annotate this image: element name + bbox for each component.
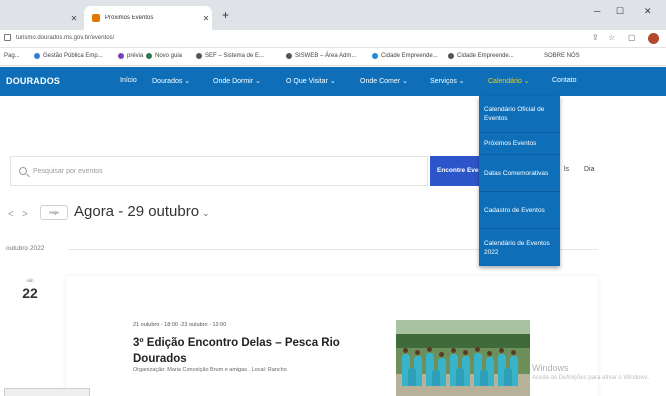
bookmark-item[interactable]: Gestão Pública Emp...	[34, 53, 103, 59]
photo-person-head	[463, 350, 468, 355]
event-photo[interactable]	[396, 320, 530, 396]
nav-item-onde-comer[interactable]: Onde Comer ⌄	[360, 77, 408, 85]
bookmark-label: SISWEB – Área Adm...	[295, 53, 357, 59]
photo-person-head	[511, 350, 516, 355]
dropdown-item-proximos-eventos[interactable]: Próximos Eventos	[479, 133, 560, 155]
windows-activation-watermark: Windows	[532, 363, 569, 373]
day-number: 22	[22, 285, 38, 301]
event-description: Organização: Maria Conceição Brum e amig…	[133, 367, 287, 373]
photo-person	[408, 368, 416, 386]
bookmark-item[interactable]: Pag...	[4, 53, 20, 59]
event-datetime: 21 outubro - 18:00 -23 outubro - 12:00	[133, 322, 227, 328]
bookmark-favicon-icon	[146, 53, 152, 59]
nav-item-dourados[interactable]: Dourados ⌄	[152, 77, 190, 85]
bookmark-item[interactable]: SOBRE NÓS	[544, 53, 580, 59]
bookmark-label: Gestão Pública Emp...	[43, 53, 103, 59]
lock-icon[interactable]	[4, 34, 11, 41]
share-icon[interactable]: ⇪	[592, 33, 599, 42]
bookmarks-bar: Pag... Gestão Pública Emp... prévia Novo…	[0, 48, 666, 66]
bookmark-item[interactable]: Cidade Empreende...	[372, 53, 438, 59]
site-favicon-icon	[92, 14, 100, 22]
bookmark-label: SOBRE NÓS	[544, 53, 580, 59]
photo-person	[480, 370, 488, 386]
photo-person-head	[451, 348, 456, 353]
event-title-link[interactable]: 3º Edição Encontro Delas – Pesca Rio Dou…	[133, 335, 365, 367]
event-date-tag: sáb 22	[22, 278, 38, 301]
url-field[interactable]: turismo.dourados.ms.gov.br/eventos/	[16, 35, 114, 41]
maximize-icon[interactable]: ☐	[616, 6, 624, 17]
nav-item-o-que-visitar[interactable]: O Que Visitar ⌄	[286, 77, 336, 85]
photo-person-head	[403, 348, 408, 353]
bookmark-favicon-icon	[372, 53, 378, 59]
bookmark-label: Cidade Empreende...	[457, 53, 514, 59]
photo-person-head	[439, 352, 444, 357]
next-arrow-icon[interactable]: >	[22, 209, 28, 220]
search-input[interactable]: Pesquisar por eventos	[33, 168, 103, 175]
profile-avatar[interactable]	[648, 33, 659, 44]
close-icon[interactable]: ✕	[200, 14, 212, 23]
bookmark-item[interactable]: Novo guia	[146, 53, 182, 59]
dropdown-item-calendario-oficial[interactable]: Calendário Oficial de Eventos	[479, 96, 560, 133]
nav-item-onde-dormir[interactable]: Onde Dormir ⌄	[213, 77, 261, 85]
chevron-down-icon: ⌄	[202, 208, 210, 218]
bookmark-item[interactable]: Cidade Empreende...	[448, 53, 514, 59]
month-separator: outubro 2022	[6, 245, 45, 252]
photo-person-head	[487, 351, 492, 356]
photo-person-head	[499, 348, 504, 353]
photo-person-head	[427, 347, 432, 352]
nav-item-servicos[interactable]: Serviços ⌄	[430, 77, 465, 85]
dropdown-item-datas-comemorativas[interactable]: Datas Comemorativas	[479, 155, 560, 192]
photo-person-head	[475, 347, 480, 352]
photo-person	[504, 368, 512, 386]
prev-arrow-icon[interactable]: <	[8, 209, 14, 220]
bookmark-item[interactable]: SEF – Sistema de E...	[196, 53, 264, 59]
search-icon	[19, 167, 27, 175]
bookmark-favicon-icon	[34, 53, 40, 59]
nav-item-contato[interactable]: Contato	[552, 77, 577, 84]
photo-trees	[396, 334, 530, 348]
windows-activation-hint: Aceda às Definições para ativar o Window…	[532, 375, 650, 381]
bookmark-label: Novo guia	[155, 53, 183, 59]
tab-title: Próximos Eventos	[105, 15, 154, 21]
date-range-label: Agora - 29 outubro	[74, 203, 200, 220]
photo-person	[432, 370, 440, 386]
browser-tab-active[interactable]: Próximos Eventos ✕	[84, 6, 212, 30]
minimize-icon[interactable]: ─	[594, 6, 600, 16]
bookmark-label: prévia	[127, 53, 144, 59]
bookmark-favicon-icon	[118, 53, 124, 59]
calendario-dropdown-menu: Calendário Oficial de Eventos Próximos E…	[479, 96, 560, 266]
browser-tab-strip: ✕ Próximos Eventos ✕ + ─ ☐ ✕	[0, 0, 666, 30]
view-option-partial[interactable]: ls	[564, 166, 569, 173]
view-option-dia[interactable]: Dia	[584, 166, 595, 173]
nav-item-inicio[interactable]: Início	[120, 77, 137, 84]
dropdown-item-cadastro-eventos[interactable]: Cadastro de Eventos	[479, 192, 560, 229]
plus-icon[interactable]: +	[222, 8, 229, 22]
close-icon[interactable]: ✕	[68, 14, 80, 23]
event-search-bar: Pesquisar por eventos	[10, 156, 428, 186]
bookmark-item[interactable]: prévia	[118, 53, 143, 59]
bookmark-label: Pag...	[4, 53, 20, 59]
star-icon[interactable]: ☆	[608, 33, 615, 42]
photo-person	[456, 368, 464, 386]
bookmark-favicon-icon	[448, 53, 454, 59]
screen: ✕ Próximos Eventos ✕ + ─ ☐ ✕ turismo.dou…	[0, 0, 666, 396]
site-navbar: DOURADOS Início Dourados ⌄ Onde Dormir ⌄…	[0, 67, 666, 96]
bookmark-item[interactable]: SISWEB – Área Adm...	[286, 53, 356, 59]
address-bar: turismo.dourados.ms.gov.br/eventos/ ⇪ ☆ …	[0, 30, 666, 48]
bookmark-favicon-icon	[286, 53, 292, 59]
dropdown-item-calendario-2022[interactable]: Calendário de Eventos 2022	[479, 229, 560, 266]
date-range-picker[interactable]: Agora - 29 outubro ⌄	[74, 203, 210, 220]
bookmark-label: SEF – Sistema de E...	[205, 53, 265, 59]
nav-item-calendario[interactable]: Calendário ⌄	[488, 77, 530, 85]
photo-person-head	[415, 350, 420, 355]
today-button[interactable]: Hoje	[40, 205, 68, 220]
site-logo[interactable]: DOURADOS	[6, 76, 60, 86]
bookmark-label: Cidade Empreende...	[381, 53, 438, 59]
find-events-button[interactable]: Encontre Eventos	[430, 156, 480, 186]
status-bar	[4, 388, 90, 396]
window-icon[interactable]: ▢	[628, 33, 636, 42]
day-of-week: sáb	[26, 278, 34, 283]
bookmark-favicon-icon	[196, 53, 202, 59]
close-window-icon[interactable]: ✕	[644, 6, 652, 17]
